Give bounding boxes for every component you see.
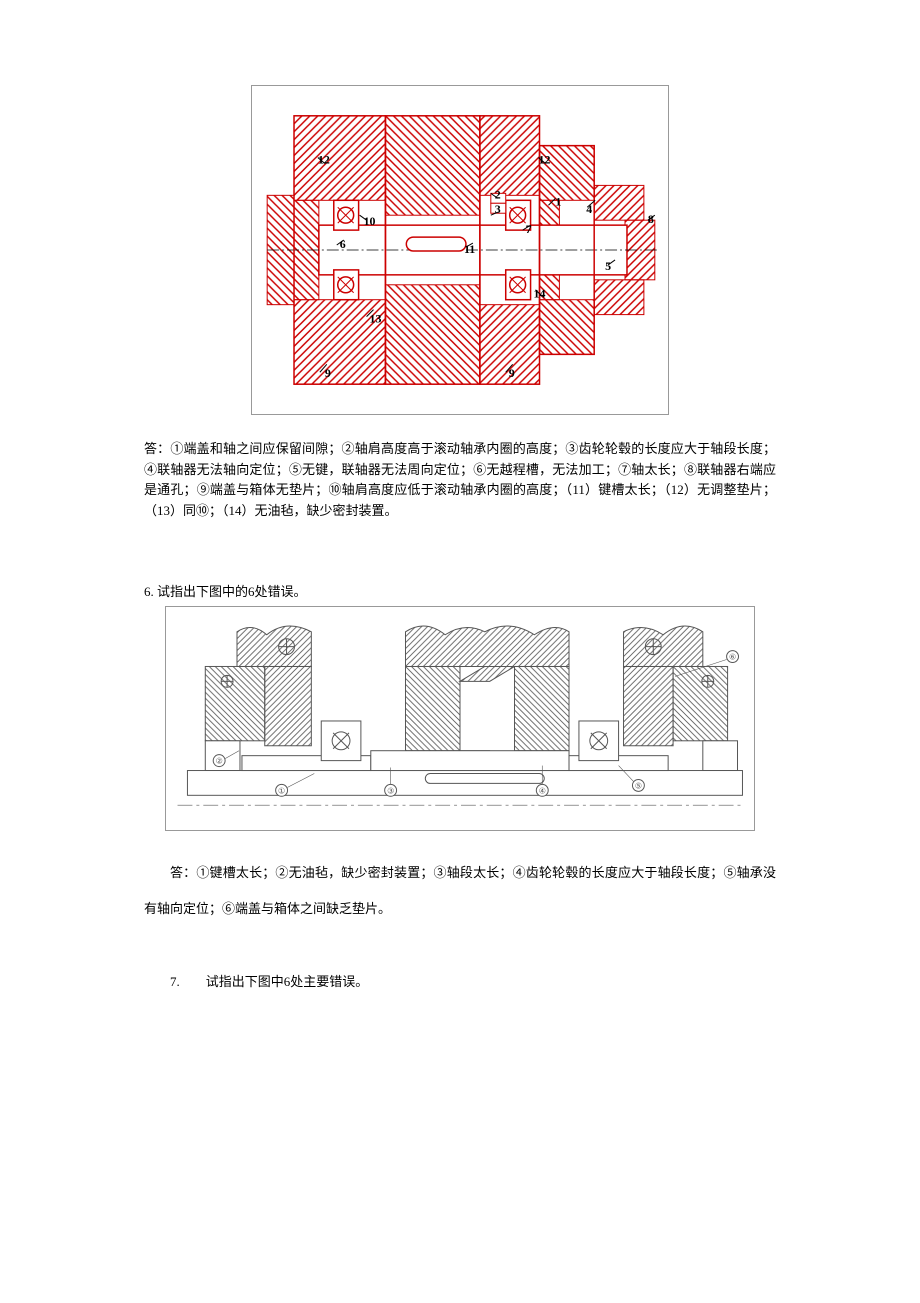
fig1-label-9b: 9 — [509, 366, 515, 380]
fig2-label-1: ① — [278, 786, 285, 795]
fig1-label-7: 7 — [526, 222, 532, 236]
fig1-label-4: 4 — [586, 202, 592, 216]
figure1: 1 2 3 4 5 6 7 8 9 9 10 11 12 12 13 14 — [251, 85, 669, 415]
question7-heading: 7. 试指出下图中6处主要错误。 — [144, 972, 776, 993]
fig1-label-14: 14 — [534, 287, 546, 301]
fig2-label-4: ④ — [539, 786, 546, 795]
fig2-label-2: ② — [216, 756, 223, 765]
fig1-label-11: 11 — [464, 242, 475, 256]
figure2: ① ② ③ ④ ⑤ ⑥ — [165, 606, 755, 831]
fig1-label-6: 6 — [340, 237, 346, 251]
fig1-label-13: 13 — [370, 312, 382, 326]
figure1-container: 1 2 3 4 5 6 7 8 9 9 10 11 12 12 13 14 — [144, 85, 776, 421]
fig1-label-2: 2 — [495, 187, 501, 201]
fig2-label-3: ③ — [387, 786, 394, 795]
fig1-label-1: 1 — [555, 194, 561, 208]
fig2-label-6: ⑥ — [729, 652, 736, 661]
fig1-label-12: 12 — [318, 153, 330, 167]
answer6-text: 答：①键槽太长；②无油毡，缺少密封装置；③轴段太长；④齿轮轮毂的长度应大于轴段长… — [144, 855, 776, 928]
fig1-label-8: 8 — [648, 212, 654, 226]
figure2-svg: ① ② ③ ④ ⑤ ⑥ — [166, 607, 754, 830]
fig1-label-12b: 12 — [539, 153, 551, 167]
figure1-svg: 1 2 3 4 5 6 7 8 9 9 10 11 12 12 13 14 — [252, 86, 668, 414]
fig1-label-9: 9 — [325, 366, 331, 380]
answer5-text: 答：①端盖和轴之间应保留间隙；②轴肩高度高于滚动轴承内圈的高度；③齿轮轮毂的长度… — [144, 439, 776, 522]
fig1-label-10: 10 — [364, 214, 376, 228]
figure2-container: ① ② ③ ④ ⑤ ⑥ — [144, 606, 776, 837]
fig1-label-5: 5 — [605, 259, 611, 273]
fig1-label-3: 3 — [495, 202, 501, 216]
fig2-label-5: ⑤ — [635, 781, 642, 790]
question6-heading: 6. 试指出下图中的6处错误。 — [144, 582, 776, 603]
